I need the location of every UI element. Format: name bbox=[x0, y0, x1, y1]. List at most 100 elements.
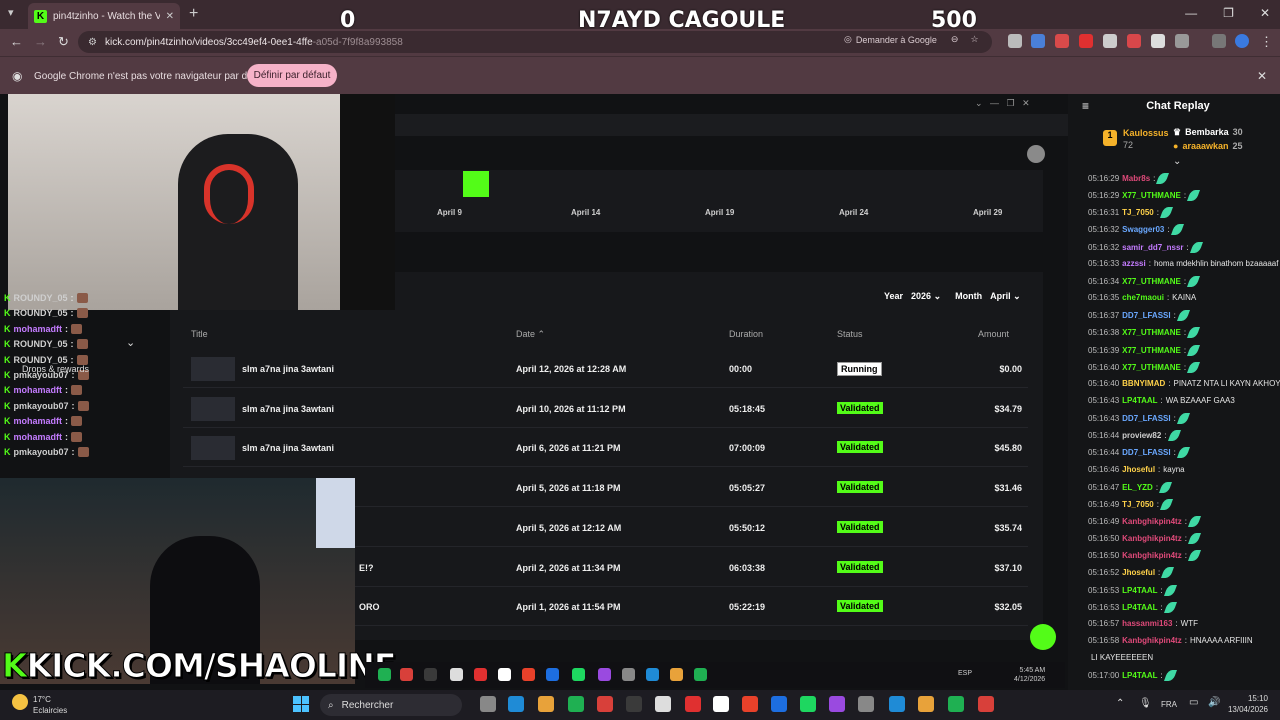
chat-username[interactable]: Kanbghikpin4tz bbox=[1122, 517, 1182, 526]
inner-taskbar-icon[interactable] bbox=[450, 668, 463, 681]
bookmark-star-icon[interactable]: ☆ bbox=[970, 34, 978, 45]
weather-widget[interactable]: 17°C Eclaircies bbox=[33, 694, 67, 716]
chat-username[interactable]: DD7_LFASSI bbox=[1122, 311, 1170, 320]
chat-username[interactable]: che7maoui bbox=[1122, 293, 1164, 302]
inner-taskbar-icon[interactable] bbox=[378, 668, 391, 681]
close-window-icon[interactable]: ✕ bbox=[1260, 6, 1270, 20]
taskbar-app-icon[interactable] bbox=[480, 696, 496, 712]
taskbar-app-icon[interactable] bbox=[800, 696, 816, 712]
inner-taskbar-icon[interactable] bbox=[622, 668, 635, 681]
chat-username[interactable]: LP4TAAL bbox=[1122, 586, 1157, 595]
taskbar-app-icon[interactable] bbox=[771, 696, 787, 712]
reading-list-icon[interactable] bbox=[1212, 34, 1226, 48]
youtube-extension-icon[interactable] bbox=[1079, 34, 1093, 48]
taskbar-app-icon[interactable] bbox=[889, 696, 905, 712]
column-header-date[interactable]: Date ⌃ bbox=[516, 329, 545, 340]
chat-username[interactable]: DD7_LFASSI bbox=[1122, 414, 1170, 423]
expand-icon[interactable]: ⌄ bbox=[1173, 156, 1181, 167]
volume-icon[interactable]: 🔊 bbox=[1208, 697, 1220, 708]
taskbar-app-icon[interactable] bbox=[655, 696, 671, 712]
minimize-icon[interactable]: — bbox=[1185, 6, 1197, 20]
tray-chevron-icon[interactable]: ⌃ bbox=[1116, 698, 1124, 709]
close-tab-icon[interactable]: ✕ bbox=[166, 11, 174, 22]
language-indicator[interactable]: FRA bbox=[1161, 700, 1177, 709]
new-tab-button[interactable]: + bbox=[189, 5, 198, 23]
taskbar-app-icon[interactable] bbox=[918, 696, 934, 712]
set-default-button[interactable]: Définir par défaut bbox=[247, 64, 337, 87]
inner-taskbar-icon[interactable] bbox=[670, 668, 683, 681]
reload-icon[interactable]: ↻ bbox=[58, 34, 69, 50]
chat-username[interactable]: Kanbghikpin4tz bbox=[1122, 534, 1182, 543]
taskbar-app-icon[interactable] bbox=[597, 696, 613, 712]
chat-username[interactable]: TJ_7050 bbox=[1122, 500, 1154, 509]
maximize-icon[interactable]: ❐ bbox=[1223, 6, 1234, 20]
taskbar-app-icon[interactable] bbox=[742, 696, 758, 712]
inner-taskbar-icon[interactable] bbox=[522, 668, 535, 681]
chat-username[interactable]: proview82 bbox=[1122, 431, 1161, 440]
taskbar-app-icon[interactable] bbox=[948, 696, 964, 712]
system-clock[interactable]: 15:10 13/04/2026 bbox=[1224, 693, 1268, 715]
chat-username[interactable]: hassanmi163 bbox=[1122, 619, 1172, 628]
chat-username[interactable]: X77_UTHMANE bbox=[1122, 191, 1181, 200]
month-select[interactable]: April ⌄ bbox=[990, 291, 1021, 302]
taskbar-app-icon[interactable] bbox=[713, 696, 729, 712]
chat-username[interactable]: Kanbghikpin4tz bbox=[1122, 636, 1182, 645]
inner-taskbar-icon[interactable] bbox=[694, 668, 707, 681]
chat-username[interactable]: BBNYIMAD bbox=[1122, 379, 1165, 388]
extension-icon[interactable] bbox=[1055, 34, 1069, 48]
support-chat-button[interactable] bbox=[1030, 624, 1056, 650]
chat-username[interactable]: Kanbghikpin4tz bbox=[1122, 551, 1182, 560]
chat-username[interactable]: TJ_7050 bbox=[1122, 208, 1154, 217]
taskbar-app-icon[interactable] bbox=[978, 696, 994, 712]
taskbar-search[interactable]: ⌕ Rechercher bbox=[320, 694, 462, 716]
inner-taskbar-icon[interactable] bbox=[646, 668, 659, 681]
taskbar-app-icon[interactable] bbox=[568, 696, 584, 712]
chat-username[interactable]: X77_UTHMANE bbox=[1122, 277, 1181, 286]
chat-username[interactable]: X77_UTHMANE bbox=[1122, 328, 1181, 337]
chat-username[interactable]: Swagger03 bbox=[1122, 225, 1164, 234]
forward-icon[interactable]: → bbox=[34, 34, 47, 49]
extension-icon[interactable] bbox=[1151, 34, 1165, 48]
taskbar-app-icon[interactable] bbox=[858, 696, 874, 712]
inner-taskbar-icon[interactable] bbox=[400, 668, 413, 681]
chat-username[interactable]: Jhoseful bbox=[1122, 465, 1155, 474]
network-icon[interactable]: ▭ bbox=[1189, 697, 1198, 708]
extensions-puzzle-icon[interactable] bbox=[1175, 34, 1189, 48]
taskbar-app-icon[interactable] bbox=[829, 696, 845, 712]
chat-username[interactable]: X77_UTHMANE bbox=[1122, 346, 1181, 355]
chrome-menu-icon[interactable]: ⋮ bbox=[1260, 34, 1273, 50]
browser-tab[interactable]: K pin4tzinho - Watch the VOD ✕ bbox=[28, 3, 180, 29]
taskbar-app-icon[interactable] bbox=[508, 696, 524, 712]
chat-username[interactable]: LP4TAAL bbox=[1122, 603, 1157, 612]
chat-username[interactable]: Jhoseful bbox=[1122, 568, 1155, 577]
year-select[interactable]: 2026 ⌄ bbox=[911, 291, 941, 302]
ask-google-button[interactable]: ◎ Demander à Google ⊖ ☆ bbox=[844, 34, 979, 45]
extension-icon[interactable] bbox=[1127, 34, 1141, 48]
extension-icon[interactable] bbox=[1103, 34, 1117, 48]
inner-taskbar-icon[interactable] bbox=[546, 668, 559, 681]
site-info-icon[interactable]: ⚙ bbox=[88, 37, 97, 48]
inner-taskbar-icon[interactable] bbox=[474, 668, 487, 681]
inner-taskbar-icon[interactable] bbox=[424, 668, 437, 681]
taskbar-app-icon[interactable] bbox=[626, 696, 642, 712]
chevron-down-icon[interactable]: ⌄ bbox=[126, 336, 135, 349]
taskbar-app-icon[interactable] bbox=[685, 696, 701, 712]
inner-taskbar-icon[interactable] bbox=[572, 668, 585, 681]
profile-avatar[interactable] bbox=[1235, 34, 1249, 48]
chat-username[interactable]: LP4TAAL bbox=[1122, 671, 1157, 680]
tab-search-icon[interactable]: ▾ bbox=[8, 6, 14, 19]
taskbar-app-icon[interactable] bbox=[538, 696, 554, 712]
table-row[interactable]: slm a7na jina 3awtani April 10, 2026 at 1… bbox=[183, 390, 1028, 428]
chat-username[interactable]: samir_dd7_nssr bbox=[1122, 243, 1183, 252]
inner-taskbar-icon[interactable] bbox=[498, 668, 511, 681]
chat-username[interactable]: EL_YZD bbox=[1122, 483, 1153, 492]
mic-icon[interactable]: 🎙 bbox=[1139, 698, 1152, 709]
table-row[interactable]: slm a7na jina 3awtani April 12, 2026 at 1… bbox=[183, 350, 1028, 388]
chat-username[interactable]: azzssi bbox=[1122, 259, 1146, 268]
chat-username[interactable]: X77_UTHMANE bbox=[1122, 363, 1181, 372]
chat-username[interactable]: LP4TAAL bbox=[1122, 396, 1157, 405]
start-icon[interactable] bbox=[293, 696, 309, 712]
table-row[interactable]: slm a7na jina 3awtani April 6, 2026 at 11… bbox=[183, 429, 1028, 468]
extension-icon[interactable] bbox=[1008, 34, 1022, 48]
chat-username[interactable]: Mabr8s bbox=[1122, 174, 1150, 183]
